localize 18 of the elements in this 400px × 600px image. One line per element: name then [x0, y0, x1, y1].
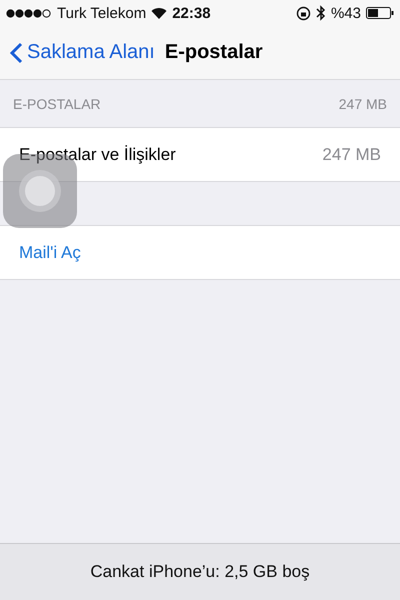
clock-time: 22:38: [172, 4, 211, 22]
row-value: 247 MB: [322, 144, 381, 164]
circle-icon: [18, 169, 62, 213]
page-title: E-postalar: [164, 41, 263, 64]
bluetooth-icon: [316, 5, 326, 21]
battery-percent: %43: [330, 4, 361, 22]
section-title: E-POSTALAR: [13, 96, 101, 112]
free-space-text: Cankat iPhone’u: 2,5 GB boş: [90, 562, 310, 582]
storage-row[interactable]: E-postalar ve İlişikler 247 MB: [0, 127, 400, 182]
signal-icon: [6, 8, 52, 18]
row-label: E-postalar ve İlişikler: [19, 144, 176, 164]
battery-icon: [366, 7, 394, 19]
rotation-lock-icon: [296, 6, 311, 20]
carrier-name: Turk Telekom: [57, 4, 146, 22]
open-mail-link[interactable]: Mail'i Aç: [19, 242, 81, 262]
chevron-left-icon: [10, 42, 23, 64]
section-size: 247 MB: [338, 96, 387, 112]
wifi-icon: [151, 7, 168, 19]
